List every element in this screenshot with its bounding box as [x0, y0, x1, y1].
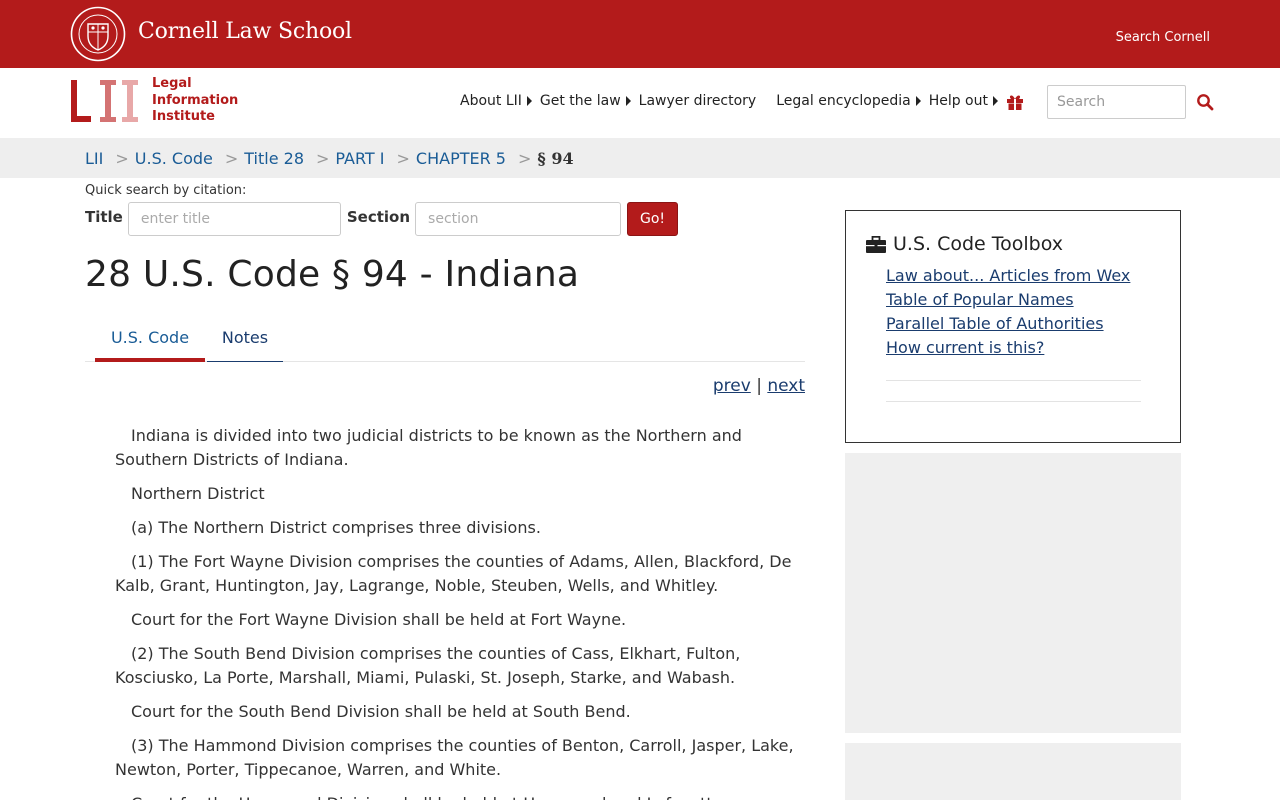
title-field-label: Title — [85, 208, 123, 226]
briefcase-icon — [866, 235, 886, 253]
divider — [886, 401, 1141, 402]
cornell-header: Cornell Law School Search Cornell — [0, 0, 1280, 68]
toolbox-link-parallel-table[interactable]: Parallel Table of Authorities — [886, 312, 1130, 336]
statute-paragraph: (2) The South Bend Division comprises th… — [115, 644, 741, 687]
caret-right-icon — [915, 96, 921, 106]
next-link[interactable]: next — [767, 376, 805, 396]
breadcrumb-chapter-5[interactable]: CHAPTER 5 — [416, 149, 506, 168]
nav-item-label: Legal encyclopedia — [776, 93, 911, 109]
tab-notes[interactable]: Notes — [207, 318, 283, 362]
quick-search-label: Quick search by citation: — [85, 183, 247, 198]
nav-item-label: Help out — [928, 93, 988, 109]
cornell-seal-icon[interactable] — [70, 6, 126, 62]
tab-us-code[interactable]: U.S. Code — [95, 318, 205, 362]
lii-name-line3: Institute — [152, 109, 216, 124]
toolbox-heading: U.S. Code Toolbox — [866, 233, 1063, 255]
breadcrumb-us-code[interactable]: U.S. Code — [135, 149, 213, 168]
prev-link[interactable]: prev — [713, 376, 751, 396]
ad-placeholder — [845, 743, 1181, 800]
section-input[interactable] — [415, 202, 622, 236]
breadcrumb-part-i[interactable]: PART I — [335, 149, 384, 168]
statute-paragraph: (1) The Fort Wayne Division comprises th… — [115, 552, 792, 595]
cornell-law-school-title[interactable]: Cornell Law School — [138, 19, 352, 44]
toolbox-link-wex[interactable]: Law about... Articles from Wex — [886, 264, 1130, 288]
breadcrumb-separator: > — [316, 148, 330, 168]
search-icon[interactable] — [1196, 93, 1214, 111]
breadcrumb-separator: > — [224, 148, 239, 168]
breadcrumb-separator: > — [396, 148, 410, 168]
lii-name-line1: Legal — [152, 76, 192, 91]
site-search-input[interactable] — [1047, 85, 1186, 119]
breadcrumb-separator: > — [115, 148, 129, 168]
pager-separator: | — [756, 376, 762, 396]
nav-item-label: Get the law — [539, 93, 621, 109]
gift-icon — [1007, 95, 1023, 110]
lii-header: Legal Information Institute About LII Ge… — [0, 68, 1280, 138]
breadcrumb-title-28[interactable]: Title 28 — [244, 149, 304, 168]
breadcrumb-lii[interactable]: LII — [85, 149, 103, 168]
go-button[interactable]: Go! — [627, 202, 679, 236]
caret-right-icon — [625, 96, 631, 106]
breadcrumb-separator: > — [517, 148, 532, 168]
lii-name-line2: Information — [152, 92, 239, 108]
statute-paragraph: Court for the South Bend Division shall … — [131, 702, 631, 721]
statute-paragraph: (a) The Northern District comprises thre… — [131, 518, 541, 537]
content-tabs: U.S. Code Notes — [85, 318, 805, 362]
page-title: 28 U.S. Code § 94 - Indiana — [85, 254, 580, 295]
divider — [886, 380, 1141, 381]
title-input[interactable] — [127, 202, 341, 236]
toolbox-link-how-current[interactable]: How current is this? — [886, 336, 1130, 360]
lii-name[interactable]: Legal Information Institute — [152, 76, 238, 126]
toolbox-title: U.S. Code Toolbox — [893, 233, 1064, 255]
quick-search-form: Title Section Go! — [85, 202, 679, 236]
nav-get-the-law[interactable]: Get the law — [540, 93, 639, 109]
nav-about-lii[interactable]: About LII — [460, 93, 540, 109]
gift-button[interactable] — [995, 82, 1035, 122]
pager: prev | next — [713, 376, 805, 396]
lii-logo-icon[interactable] — [70, 78, 142, 124]
statute-paragraph: Court for the Fort Wayne Division shall … — [131, 610, 627, 629]
nav-legal-encyclopedia[interactable]: Legal encyclopedia — [776, 93, 928, 109]
statute-paragraph: (3) The Hammond Division comprises the c… — [115, 736, 794, 779]
statute-paragraph: Court for the Hammond Division shall be … — [115, 792, 795, 800]
nav-item-label: About LII — [460, 93, 522, 109]
statute-heading: Northern District — [131, 484, 265, 503]
breadcrumb: LII > U.S. Code > Title 28 > PART I > CH… — [0, 138, 1280, 178]
toolbox-links: Law about... Articles from Wex Table of … — [886, 264, 1130, 360]
search-cornell-link[interactable]: Search Cornell — [1116, 30, 1210, 45]
nav-lawyer-directory[interactable]: Lawyer directory — [639, 93, 757, 109]
us-code-toolbox: U.S. Code Toolbox Law about... Articles … — [845, 210, 1181, 443]
breadcrumb-current: § 94 — [537, 148, 574, 168]
nav-item-label: Lawyer directory — [638, 93, 757, 109]
statute-paragraph: Indiana is divided into two judicial dis… — [115, 426, 742, 469]
caret-right-icon — [526, 96, 532, 106]
main-nav: About LII Get the law Lawyer directory L… — [460, 93, 1006, 109]
section-field-label: Section — [346, 208, 411, 226]
toolbox-link-popular-names[interactable]: Table of Popular Names — [886, 288, 1130, 312]
statute-text: Indiana is divided into two judicial dis… — [115, 424, 795, 800]
ad-placeholder — [845, 453, 1181, 733]
